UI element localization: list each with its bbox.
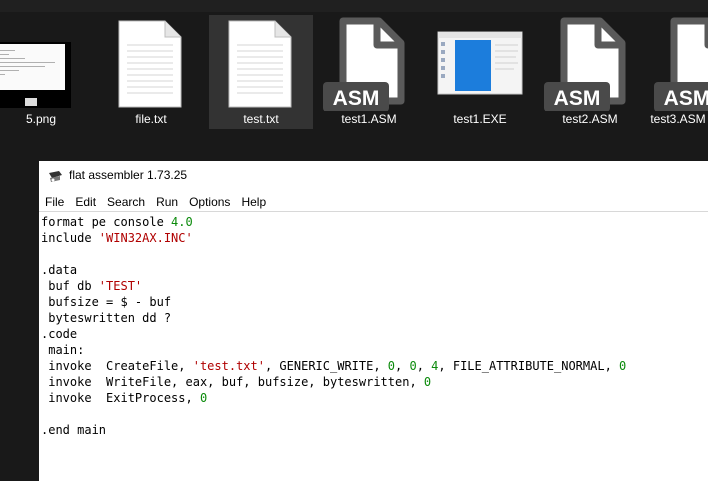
menu-help[interactable]: Help — [235, 192, 271, 210]
file-label: test3.ASM — [650, 112, 706, 126]
code-token: invoke WriteFile, eax, buf, bufsize, byt… — [41, 375, 424, 389]
menu-bar: File Edit Search Run Options Help — [39, 191, 708, 212]
exe-file-icon — [428, 15, 532, 111]
code-line[interactable]: byteswritten dd ? — [41, 310, 708, 326]
fasm-editor-window: flat assembler 1.73.25 File Edit Search Run… — [39, 161, 708, 481]
file-item-file-txt[interactable]: file.txt — [99, 15, 203, 129]
code-line[interactable]: .code — [41, 326, 708, 342]
code-token: , FILE_ATTRIBUTE_NORMAL, — [438, 359, 620, 373]
asm-file-icon: ASM — [538, 15, 642, 112]
file-label: test1.ASM — [341, 112, 397, 126]
file-item-test1-asm[interactable]: ASM test1.ASM — [317, 15, 421, 129]
file-item-test-txt[interactable]: test.txt — [209, 15, 313, 129]
code-string-token: 'test.txt' — [192, 359, 265, 373]
code-line[interactable] — [41, 406, 708, 422]
code-token: bufsize = $ - buf — [41, 295, 172, 309]
menu-file[interactable]: File — [39, 192, 69, 210]
file-label: file.txt — [135, 112, 167, 126]
code-token: format pe console — [41, 215, 172, 229]
code-token: invoke ExitProcess, — [41, 391, 200, 405]
code-line[interactable]: main: — [41, 342, 708, 358]
menu-search[interactable]: Search — [101, 192, 150, 210]
code-line[interactable]: include 'WIN32AX.INC' — [41, 230, 708, 246]
code-line[interactable]: invoke WriteFile, eax, buf, bufsize, byt… — [41, 374, 708, 390]
code-line[interactable]: .end main — [41, 422, 708, 438]
code-token: invoke CreateFile, — [41, 359, 193, 373]
code-line[interactable]: invoke ExitProcess, 0 — [41, 390, 708, 406]
code-token: .data — [41, 263, 78, 277]
fasm-app-icon — [47, 169, 63, 183]
window-top-strip — [0, 0, 708, 12]
code-line[interactable] — [41, 246, 708, 262]
code-number-token: 0 — [409, 359, 417, 373]
code-line[interactable]: buf db 'TEST' — [41, 278, 708, 294]
title-bar[interactable]: flat assembler 1.73.25 — [39, 161, 708, 191]
menu-options[interactable]: Options — [183, 192, 235, 210]
code-number-token: 0 — [423, 375, 432, 389]
code-line[interactable]: bufsize = $ - buf — [41, 294, 708, 310]
image-thumbnail-icon — [0, 15, 93, 111]
file-item-5png[interactable]: 5.png — [0, 15, 93, 129]
code-string-token: 'TEST' — [98, 279, 143, 293]
code-token: .end main — [41, 423, 107, 437]
asm-badge: ASM — [333, 87, 380, 110]
text-file-icon — [99, 15, 203, 111]
code-line[interactable]: format pe console 4.0 — [41, 214, 708, 230]
code-number-token: 0 — [387, 359, 396, 373]
code-number-token: 4.0 — [171, 215, 193, 229]
code-string-token: 'WIN32AX.INC' — [98, 231, 193, 245]
asm-file-icon: ASM — [317, 15, 421, 112]
file-label: 5.png — [25, 112, 57, 126]
file-label: test1.EXE — [453, 112, 507, 126]
code-number-token: 0 — [619, 359, 627, 373]
asm-badge: ASM — [664, 87, 708, 110]
code-editor[interactable]: format pe console 4.0 include 'WIN32AX.IN… — [39, 212, 708, 481]
code-token: byteswritten dd ? — [41, 311, 172, 325]
text-file-icon — [209, 15, 313, 111]
code-number-token: 0 — [199, 391, 208, 405]
code-token: .code — [41, 327, 78, 341]
file-item-test2-asm[interactable]: ASM test2.ASM — [538, 15, 642, 129]
code-token: include — [41, 231, 99, 245]
window-title: flat assembler 1.73.25 — [69, 168, 188, 182]
code-token: , — [416, 359, 432, 373]
code-line[interactable]: .data — [41, 262, 708, 278]
code-line[interactable]: invoke CreateFile, 'test.txt', GENERIC_W… — [41, 358, 708, 374]
code-token: , — [395, 359, 410, 373]
menu-edit[interactable]: Edit — [69, 192, 101, 210]
file-item-test3-asm[interactable]: ASM test3.ASM — [648, 15, 708, 129]
file-label: test2.ASM — [562, 112, 618, 126]
code-token: , GENERIC_WRITE, — [264, 359, 388, 373]
file-label: test.txt — [243, 112, 279, 126]
asm-file-icon: ASM — [648, 15, 708, 112]
menu-run[interactable]: Run — [150, 192, 183, 210]
asm-badge: ASM — [554, 87, 601, 110]
code-token: buf db — [41, 279, 99, 293]
file-item-test1-exe[interactable]: test1.EXE — [428, 15, 532, 129]
code-token: main: — [41, 343, 85, 357]
